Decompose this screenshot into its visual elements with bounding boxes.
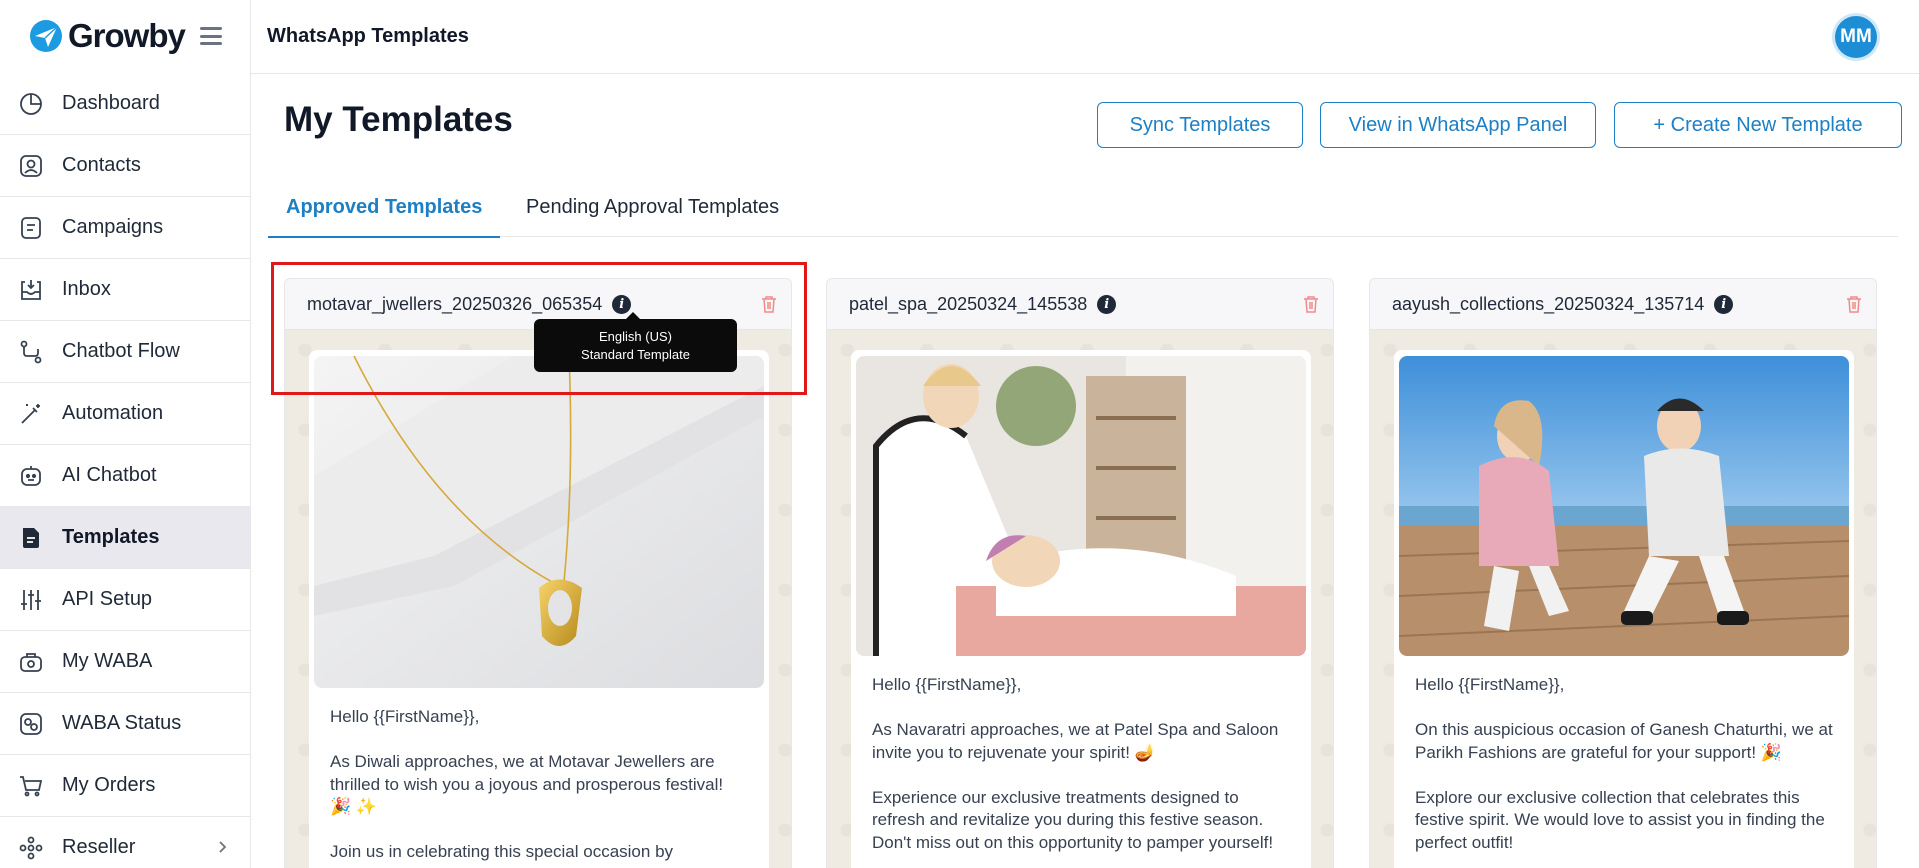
info-icon[interactable]: i xyxy=(612,294,632,314)
template-card: patel_spa_20250324_145538 i Hello {{Firs… xyxy=(826,278,1334,868)
chat-background: Hello {{FirstName}}, On this auspicious … xyxy=(1370,330,1876,868)
message-bubble: Hello {{FirstName}}, On this auspicious … xyxy=(1394,350,1854,868)
sidebar: Growby Dashboard Contacts Campaigns Inbo… xyxy=(0,0,251,868)
template-name: aayush_collections_20250324_135714 xyxy=(1392,293,1705,314)
sidebar-item-api-setup[interactable]: API Setup xyxy=(0,569,250,631)
sidebar-item-waba-status[interactable]: WABA Status xyxy=(0,693,250,755)
sidebar-item-campaigns[interactable]: Campaigns xyxy=(0,197,250,259)
template-body: Hello {{FirstName}}, As Diwali approache… xyxy=(330,707,724,861)
template-tabs: Approved Templates Pending Approval Temp… xyxy=(267,186,1898,238)
sidebar-item-inbox[interactable]: Inbox xyxy=(0,259,250,321)
create-new-template-button[interactable]: + Create New Template xyxy=(1614,102,1902,148)
inbox-icon xyxy=(18,277,44,303)
topbar-title: WhatsApp Templates xyxy=(267,25,469,47)
sidebar-item-templates[interactable]: Templates xyxy=(0,507,250,569)
trash-icon[interactable] xyxy=(1846,295,1862,313)
sidebar-item-my-waba[interactable]: My WABA xyxy=(0,631,250,693)
sidebar-item-label: Inbox xyxy=(62,278,111,300)
sidebar-item-label: Contacts xyxy=(62,154,141,176)
template-header-image xyxy=(314,356,764,688)
waba-icon xyxy=(18,649,44,675)
magic-wand-icon xyxy=(18,401,44,427)
sidebar-item-label: Templates xyxy=(62,526,160,548)
message-bubble: Hello {{FirstName}}, As Diwali approache… xyxy=(309,350,769,868)
fashion-image xyxy=(1399,356,1849,656)
sidebar-item-chatbot-flow[interactable]: Chatbot Flow xyxy=(0,321,250,383)
template-card-header: patel_spa_20250324_145538 i xyxy=(827,279,1333,330)
template-card: aayush_collections_20250324_135714 i Hel… xyxy=(1369,278,1877,868)
template-name: patel_spa_20250324_145538 xyxy=(849,293,1088,314)
status-icon xyxy=(18,711,44,737)
chat-background: Hello {{FirstName}}, As Navaratri approa… xyxy=(827,330,1333,868)
cart-icon xyxy=(18,773,44,799)
sidebar-item-label: Automation xyxy=(62,402,164,424)
view-in-whatsapp-panel-button[interactable]: View in WhatsApp Panel xyxy=(1320,102,1596,148)
brand-name: Growby xyxy=(68,17,186,54)
template-body: Hello {{FirstName}}, On this auspicious … xyxy=(1415,675,1833,852)
trash-icon[interactable] xyxy=(1303,295,1319,313)
template-header-image xyxy=(1399,356,1849,656)
sidebar-item-reseller[interactable]: Reseller xyxy=(0,817,250,868)
necklace-image xyxy=(314,356,764,688)
sidebar-item-label: Dashboard xyxy=(62,92,160,114)
sidebar-item-label: My WABA xyxy=(62,650,153,672)
sidebar-item-label: WABA Status xyxy=(62,712,182,734)
document-icon xyxy=(18,215,44,241)
sliders-icon xyxy=(18,587,44,613)
sidebar-item-dashboard[interactable]: Dashboard xyxy=(0,73,250,135)
sidebar-item-label: My Orders xyxy=(62,774,156,796)
template-name: motavar_jwellers_20250326_065354 xyxy=(307,293,603,314)
chevron-right-icon[interactable] xyxy=(214,839,230,855)
topbar: WhatsApp Templates MM xyxy=(251,0,1919,74)
template-header-image xyxy=(856,356,1306,656)
sidebar-item-label: Chatbot Flow xyxy=(62,340,180,362)
flow-icon xyxy=(18,339,44,365)
chat-background: Hello {{FirstName}}, As Diwali approache… xyxy=(285,330,791,868)
tab-approved-templates[interactable]: Approved Templates xyxy=(267,196,501,238)
sidebar-item-contacts[interactable]: Contacts xyxy=(0,135,250,197)
tooltip-category: Standard Template xyxy=(581,347,690,362)
message-bubble: Hello {{FirstName}}, As Navaratri approa… xyxy=(851,350,1311,868)
tooltip-language: English (US) xyxy=(599,329,672,344)
sidebar-item-label: Reseller xyxy=(62,836,136,858)
info-icon[interactable]: i xyxy=(1714,294,1734,314)
network-icon xyxy=(18,835,44,861)
avatar[interactable]: MM xyxy=(1835,16,1877,58)
info-icon[interactable]: i xyxy=(1097,294,1117,314)
spa-image xyxy=(856,356,1306,656)
robot-icon xyxy=(18,463,44,489)
sidebar-item-label: API Setup xyxy=(62,588,153,610)
contact-card-icon xyxy=(18,153,44,179)
menu-toggle-icon[interactable] xyxy=(200,27,222,45)
trash-icon[interactable] xyxy=(761,295,777,313)
tab-pending-approval-templates[interactable]: Pending Approval Templates xyxy=(526,196,779,237)
sidebar-item-my-orders[interactable]: My Orders xyxy=(0,755,250,817)
sidebar-item-automation[interactable]: Automation xyxy=(0,383,250,445)
pie-chart-icon xyxy=(18,91,44,117)
growby-logo-icon xyxy=(30,20,62,52)
template-body: Hello {{FirstName}}, As Navaratri approa… xyxy=(872,675,1279,852)
sync-templates-button[interactable]: Sync Templates xyxy=(1097,102,1303,148)
template-card-header: aayush_collections_20250324_135714 i xyxy=(1370,279,1876,330)
sidebar-nav: Dashboard Contacts Campaigns Inbox Chatb… xyxy=(0,73,250,868)
template-icon xyxy=(18,525,44,551)
sidebar-item-label: Campaigns xyxy=(62,216,164,238)
page-title: My Templates xyxy=(284,100,513,139)
sidebar-item-label: AI Chatbot xyxy=(62,464,157,486)
sidebar-item-ai-chatbot[interactable]: AI Chatbot xyxy=(0,445,250,507)
template-info-tooltip: English (US) Standard Template xyxy=(534,312,737,372)
